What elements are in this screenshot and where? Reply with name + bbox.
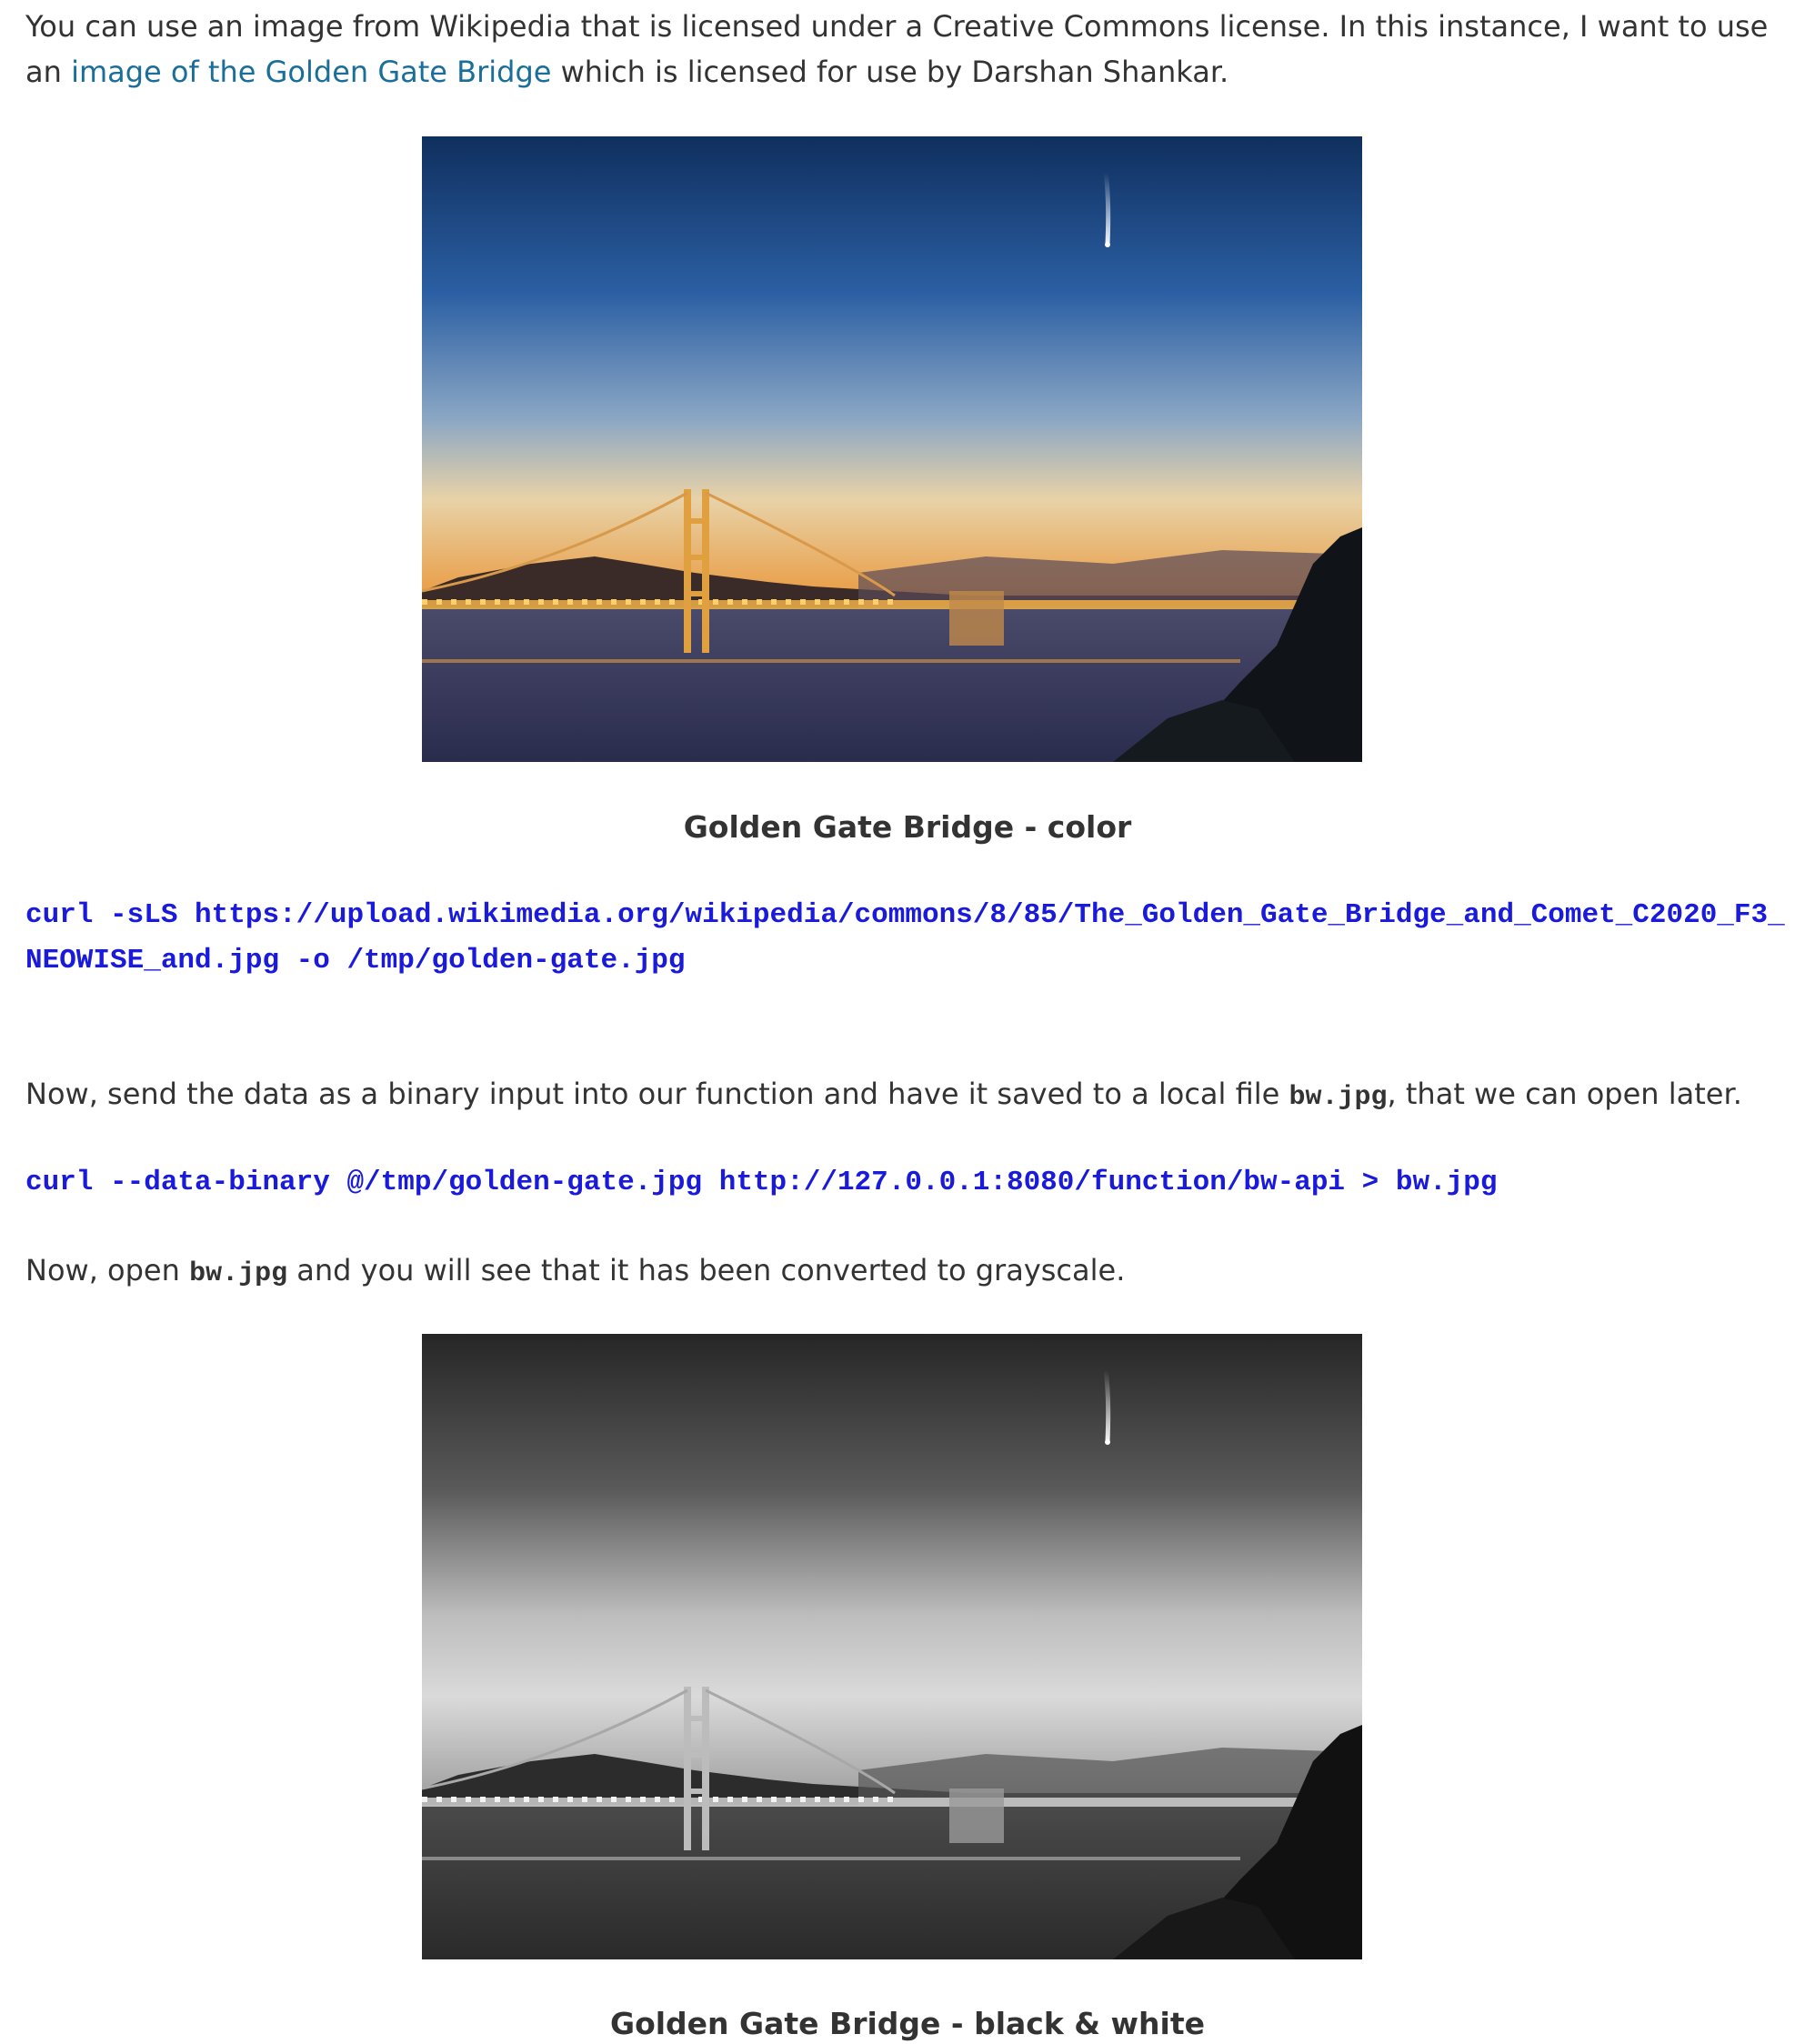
bw-image-caption: Golden Gate Bridge - black & white bbox=[609, 2006, 1205, 2041]
send-text-after: , that we can open later. bbox=[1387, 1077, 1742, 1111]
open-text-before: Now, open bbox=[25, 1253, 190, 1288]
golden-gate-image-link[interactable]: image of the Golden Gate Bridge bbox=[71, 55, 551, 89]
send-code-block[interactable]: curl --data-binary @/tmp/golden-gate.jpg… bbox=[25, 1160, 1790, 1206]
send-paragraph-wrap: Now, send the data as a binary input int… bbox=[25, 1071, 1790, 1120]
open-paragraph-wrap: Now, open bw.jpg and you will see that i… bbox=[25, 1247, 1790, 1297]
send-text-before: Now, send the data as a binary input int… bbox=[25, 1077, 1289, 1111]
intro-paragraph: You can use an image from Wikipedia that… bbox=[25, 4, 1790, 95]
download-code-wrap: curl -sLS https://upload.wikimedia.org/w… bbox=[25, 893, 1790, 984]
intro-paragraph-wrap: You can use an image from Wikipedia that… bbox=[25, 4, 1790, 95]
open-inline-code: bw.jpg bbox=[189, 1258, 288, 1289]
intro-text-after: which is licensed for use by Darshan Sha… bbox=[551, 55, 1229, 89]
golden-gate-color-image bbox=[422, 136, 1362, 762]
golden-gate-bw-photo bbox=[422, 1334, 1362, 1959]
color-image-caption: Golden Gate Bridge - color bbox=[683, 809, 1132, 845]
send-inline-code: bw.jpg bbox=[1289, 1082, 1388, 1113]
golden-gate-bw-image bbox=[422, 1334, 1362, 1959]
golden-gate-color-photo bbox=[422, 136, 1362, 762]
send-code-wrap: curl --data-binary @/tmp/golden-gate.jpg… bbox=[25, 1160, 1790, 1206]
download-code-block[interactable]: curl -sLS https://upload.wikimedia.org/w… bbox=[25, 893, 1790, 984]
send-paragraph: Now, send the data as a binary input int… bbox=[25, 1071, 1790, 1120]
open-paragraph: Now, open bw.jpg and you will see that i… bbox=[25, 1247, 1790, 1297]
open-text-after: and you will see that it has been conver… bbox=[287, 1253, 1126, 1288]
